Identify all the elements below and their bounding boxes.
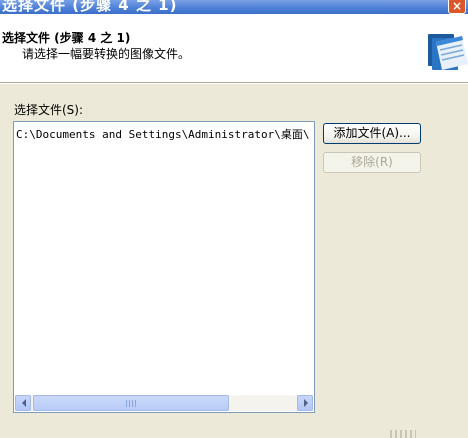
- header-divider: [0, 82, 468, 84]
- file-list[interactable]: C:\Documents and Settings\Administrator\…: [13, 121, 315, 413]
- scroll-right-button[interactable]: [297, 395, 313, 411]
- window-title: 选择文件 (步骤 4 之 1): [2, 0, 178, 14]
- chevron-left-icon: [22, 399, 26, 407]
- list-item[interactable]: C:\Documents and Settings\Administrator\…: [16, 126, 312, 142]
- book-icon: [422, 30, 468, 76]
- files-label: 选择文件(S):: [14, 103, 84, 117]
- add-file-button[interactable]: 添加文件(A)...: [323, 123, 421, 144]
- grip-icon: [126, 400, 138, 407]
- title-bar: 选择文件 (步骤 4 之 1) ×: [0, 0, 468, 14]
- scroll-left-button[interactable]: [15, 395, 31, 411]
- scroll-thumb[interactable]: [33, 395, 229, 411]
- step-title: 选择文件 (步骤 4 之 1): [2, 31, 131, 45]
- step-subtitle: 请选择一幅要转换的图像文件。: [22, 47, 191, 61]
- horizontal-scrollbar[interactable]: [15, 395, 313, 411]
- remove-button[interactable]: 移除(R): [323, 152, 421, 173]
- resize-grip: [390, 430, 416, 438]
- wizard-header: 选择文件 (步骤 4 之 1) 请选择一幅要转换的图像文件。: [0, 14, 468, 82]
- close-button[interactable]: ×: [448, 0, 466, 14]
- chevron-right-icon: [304, 399, 308, 407]
